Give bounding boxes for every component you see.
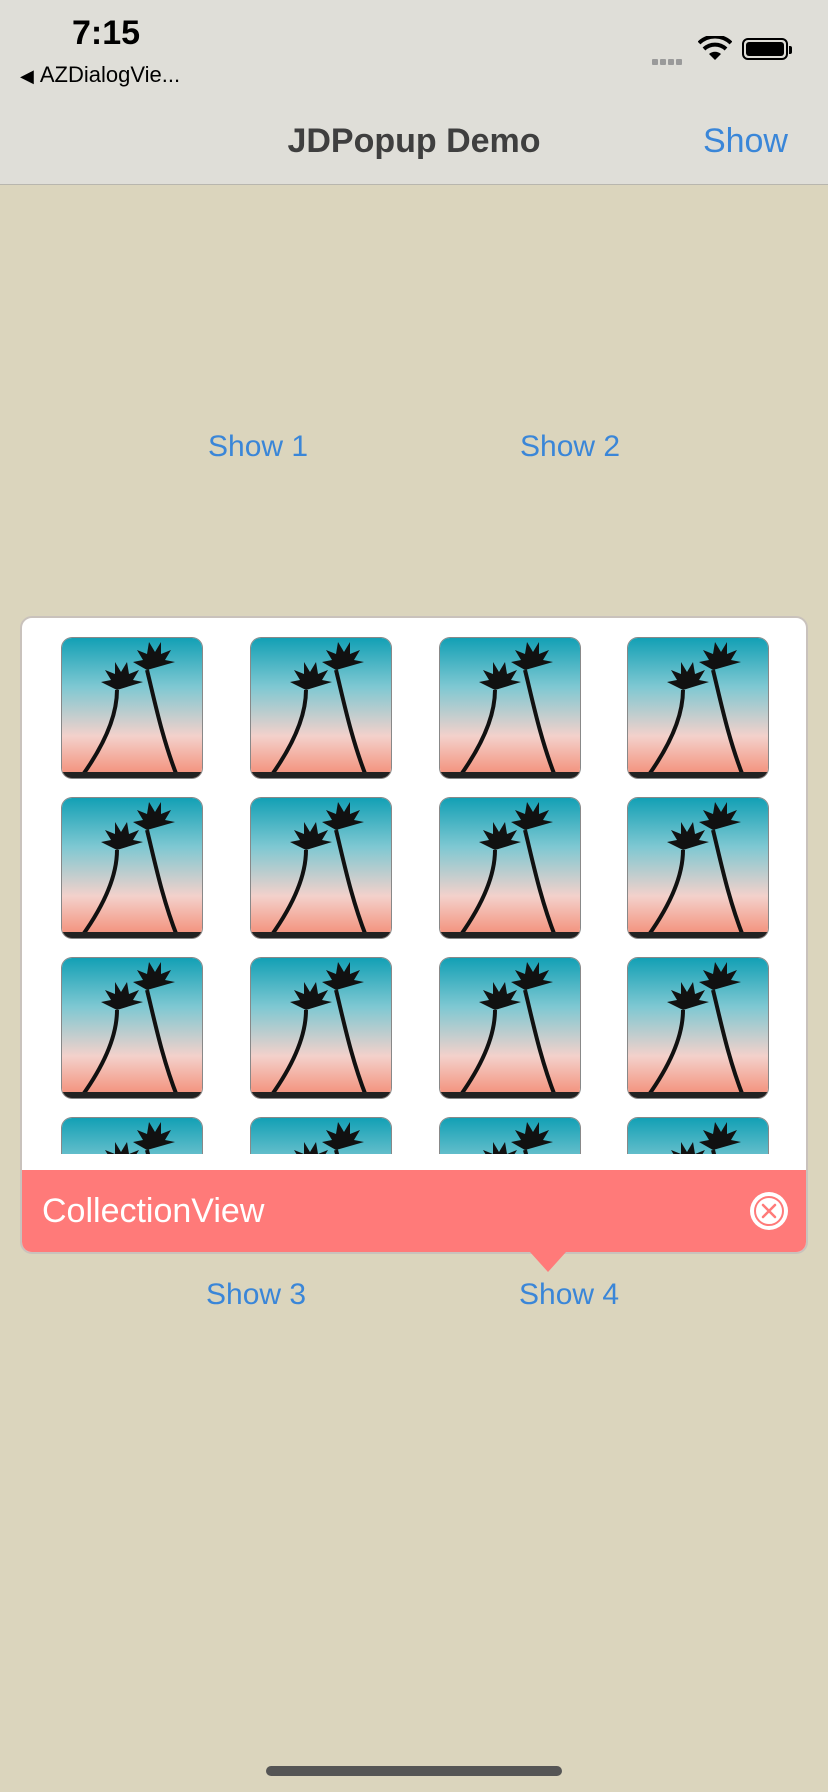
show-3-button[interactable]: Show 3 bbox=[206, 1278, 306, 1312]
back-app-label: AZDialogVie... bbox=[39, 62, 181, 87]
popup-footer: CollectionView bbox=[22, 1170, 806, 1252]
navigation-bar: JDPopup Demo Show bbox=[0, 100, 828, 185]
collection-cell-image[interactable] bbox=[62, 798, 202, 938]
collection-cell-image[interactable] bbox=[628, 958, 768, 1098]
collection-cell-image[interactable] bbox=[62, 638, 202, 778]
cellular-signal-icon bbox=[652, 52, 684, 70]
status-time: 7:15 bbox=[72, 14, 141, 52]
nav-show-button[interactable]: Show bbox=[703, 122, 788, 161]
battery-icon bbox=[742, 38, 792, 60]
collection-cell-image[interactable] bbox=[251, 958, 391, 1098]
collection-cell-image[interactable] bbox=[440, 798, 580, 938]
collection-cell-image[interactable] bbox=[440, 958, 580, 1098]
collection-cell-image[interactable] bbox=[440, 1118, 580, 1154]
collection-cell-image[interactable] bbox=[62, 1118, 202, 1154]
show-4-button[interactable]: Show 4 bbox=[519, 1278, 619, 1312]
collection-popup: CollectionView bbox=[20, 616, 808, 1254]
back-triangle-icon: ◀ bbox=[20, 66, 34, 86]
close-button[interactable] bbox=[750, 1192, 788, 1230]
collection-cell-image[interactable] bbox=[628, 1118, 768, 1154]
wifi-icon bbox=[697, 34, 733, 67]
collection-cell-image[interactable] bbox=[251, 638, 391, 778]
status-bar: 7:15 ◀ AZDialogVie... bbox=[0, 0, 828, 100]
show-2-button[interactable]: Show 2 bbox=[520, 430, 620, 464]
collection-grid[interactable] bbox=[22, 618, 806, 1154]
popup-pointer bbox=[530, 1252, 566, 1272]
collection-cell-image[interactable] bbox=[251, 1118, 391, 1154]
close-icon bbox=[754, 1196, 784, 1226]
collection-cell-image[interactable] bbox=[628, 638, 768, 778]
popup-title: CollectionView bbox=[42, 1192, 265, 1230]
show-1-button[interactable]: Show 1 bbox=[208, 430, 308, 464]
back-to-app-button[interactable]: ◀ AZDialogVie... bbox=[20, 62, 180, 88]
collection-cell-image[interactable] bbox=[251, 798, 391, 938]
home-indicator bbox=[266, 1766, 562, 1776]
collection-cell-image[interactable] bbox=[62, 958, 202, 1098]
collection-cell-image[interactable] bbox=[628, 798, 768, 938]
collection-cell-image[interactable] bbox=[440, 638, 580, 778]
